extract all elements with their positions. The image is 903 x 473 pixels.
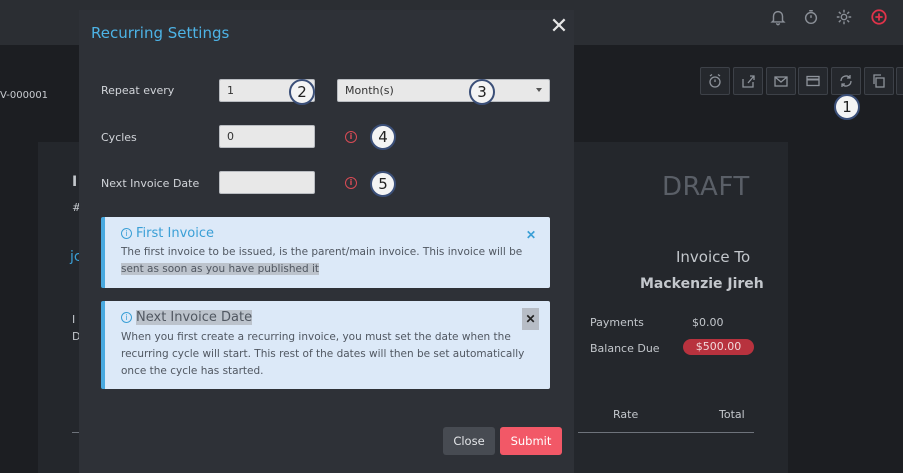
next-invoice-date-alert: i Next Invoice Date When you first create…: [101, 301, 550, 389]
next-invoice-date-label: Next Invoice Date: [101, 177, 200, 190]
copy-icon[interactable]: [864, 67, 894, 95]
close-icon[interactable]: ✕: [522, 308, 539, 330]
first-invoice-alert: i First Invoice The first invoice to be i…: [101, 217, 550, 288]
payments-value: $0.00: [692, 316, 724, 329]
chevron-down-icon: [536, 88, 542, 92]
bell-icon[interactable]: [768, 8, 788, 28]
period-select-value: Month(s): [345, 84, 394, 97]
share-icon[interactable]: [733, 67, 763, 95]
invoice-to-label: Invoice To: [676, 248, 751, 266]
annotation-marker: 1: [834, 94, 860, 120]
payments-label: Payments: [590, 316, 644, 329]
alert-title: i Next Invoice Date: [121, 310, 253, 325]
annotation-marker: 3: [469, 79, 495, 105]
repeat-every-label: Repeat every: [101, 84, 175, 97]
gear-icon[interactable]: [834, 8, 854, 28]
next-invoice-date-input[interactable]: [219, 171, 315, 194]
table-header-rate: Rate: [613, 408, 639, 421]
info-icon: i: [121, 312, 132, 323]
client-name: Mackenzie Jireh: [640, 276, 764, 292]
alert-body: The first invoice to be issued, is the p…: [121, 246, 523, 275]
cycles-label: Cycles: [101, 131, 137, 144]
info-icon[interactable]: i: [345, 177, 357, 189]
balance-due-badge: $500.00: [683, 339, 754, 355]
add-circle-icon[interactable]: [869, 8, 889, 28]
close-icon[interactable]: ✕: [524, 228, 538, 242]
info-icon[interactable]: i: [345, 131, 357, 143]
alert-body: When you first create a recurring invoic…: [121, 331, 525, 377]
submit-button[interactable]: Submit: [500, 427, 562, 455]
annotation-marker: 5: [370, 171, 396, 197]
balance-due-label: Balance Due: [590, 342, 660, 355]
card-icon[interactable]: [798, 67, 828, 95]
close-icon[interactable]: ✕: [549, 15, 569, 37]
annotation-marker: 4: [370, 124, 396, 150]
alert-title: i First Invoice: [121, 226, 214, 241]
period-select[interactable]: Month(s): [337, 79, 550, 102]
table-header-total: Total: [719, 408, 745, 421]
annotation-marker: 2: [289, 79, 315, 105]
invoice-reference: V-000001: [0, 90, 49, 101]
background-fragment: I: [72, 313, 76, 326]
timer-icon[interactable]: [801, 8, 821, 28]
info-icon: i: [121, 228, 132, 239]
email-icon[interactable]: [766, 67, 796, 95]
invoice-status: DRAFT: [662, 172, 750, 202]
background-fragment: I: [72, 174, 78, 190]
recurring-settings-modal: Recurring Settings ✕ Repeat every 1 Mont…: [79, 10, 574, 473]
modal-title: Recurring Settings: [91, 24, 230, 42]
close-button[interactable]: Close: [443, 427, 495, 455]
cycles-input[interactable]: 0: [219, 125, 315, 148]
recurring-icon[interactable]: [831, 67, 861, 95]
more-icon[interactable]: [896, 67, 903, 95]
alarm-icon[interactable]: [700, 67, 730, 95]
table-divider: [578, 432, 754, 433]
